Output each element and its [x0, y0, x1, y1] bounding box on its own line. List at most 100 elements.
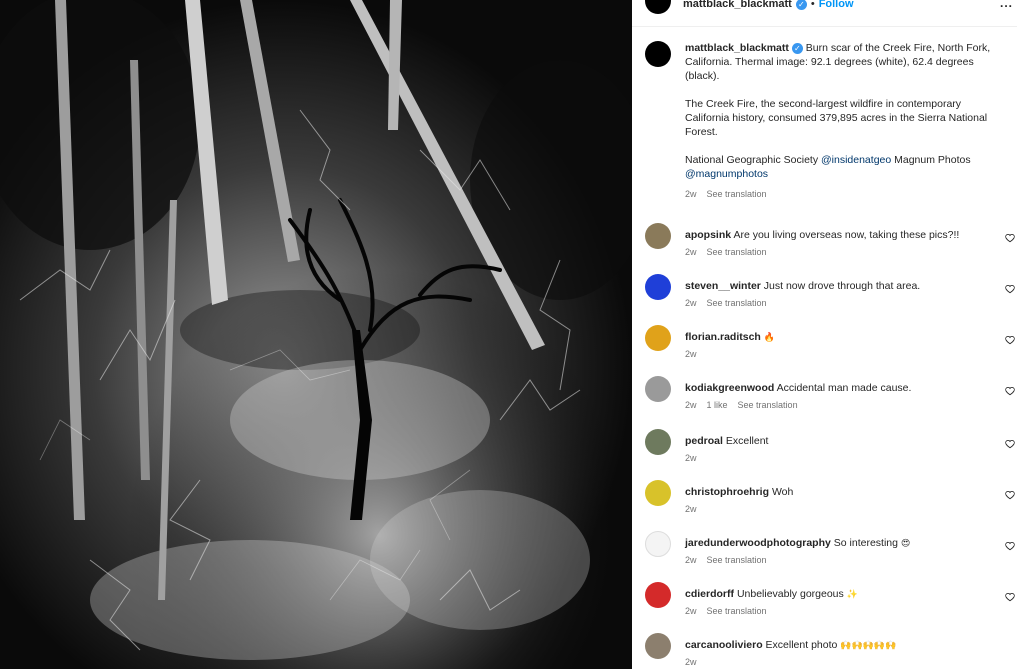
comment-text: jaredunderwoodphotography So interesting…	[685, 537, 985, 551]
comment-avatar[interactable]	[645, 274, 671, 300]
header-user-line: mattblack_blackmatt ✓ • Follow	[683, 0, 854, 10]
comment-username[interactable]: florian.raditsch	[685, 331, 761, 343]
comment-see-translation[interactable]: See translation	[707, 298, 767, 308]
comment-see-translation[interactable]: See translation	[707, 555, 767, 565]
comment-text: florian.raditsch 🔥	[685, 331, 985, 345]
comment-age[interactable]: 2w	[685, 298, 697, 308]
comment-meta: 2w	[685, 504, 697, 514]
comment-avatar[interactable]	[645, 582, 671, 608]
more-options-icon[interactable]: ...	[1000, 0, 1013, 10]
comment-username[interactable]: kodiakgreenwood	[685, 382, 774, 394]
caption-paragraph-3: National Geographic Society @insidenatge…	[685, 153, 1003, 181]
verified-badge-icon: ✓	[795, 0, 807, 10]
comment-item: pedroal Excellent 2w	[632, 429, 1017, 477]
like-heart-icon[interactable]	[1005, 386, 1015, 396]
caption-line-3-mid: Magnum Photos	[891, 154, 971, 166]
like-heart-icon[interactable]	[1005, 592, 1015, 602]
caption-line-2: The Creek Fire, the second-largest wildf…	[685, 98, 988, 138]
comment-see-translation[interactable]: See translation	[738, 400, 798, 410]
separator-dot: •	[810, 0, 815, 10]
follow-button[interactable]: Follow	[819, 0, 854, 10]
comment-item: kodiakgreenwood Accidental man made caus…	[632, 376, 1017, 424]
comment-text: kodiakgreenwood Accidental man made caus…	[685, 382, 985, 395]
comment-avatar[interactable]	[645, 633, 671, 659]
comment-avatar[interactable]	[645, 223, 671, 249]
post-header: mattblack_blackmatt ✓ • Follow ...	[632, 0, 1017, 27]
comment-see-translation[interactable]: See translation	[707, 606, 767, 616]
comment-username[interactable]: steven__winter	[685, 280, 761, 292]
comment-item: jaredunderwoodphotography So interesting…	[632, 531, 1017, 579]
comment-body: Are you living overseas now, taking thes…	[733, 229, 960, 241]
like-heart-icon[interactable]	[1005, 335, 1015, 345]
comment-age[interactable]: 2w	[685, 400, 697, 410]
comment-avatar[interactable]	[645, 480, 671, 506]
comment-age[interactable]: 2w	[685, 247, 697, 257]
mention-magnumphotos[interactable]: @magnumphotos	[685, 168, 768, 180]
comment-body: Excellent	[725, 435, 769, 447]
comment-body: Accidental man made cause.	[776, 382, 912, 394]
like-heart-icon[interactable]	[1005, 233, 1015, 243]
comment-body: Unbelievably gorgeous	[736, 588, 844, 600]
caption-meta: 2w See translation	[685, 187, 1003, 201]
mention-insidenatgeo[interactable]: @insidenatgeo	[821, 154, 891, 166]
comment-avatar[interactable]	[645, 376, 671, 402]
like-heart-icon[interactable]	[1005, 490, 1015, 500]
comment-age[interactable]: 2w	[685, 349, 697, 359]
comment-likes[interactable]: 1 like	[707, 400, 728, 410]
comment-text: pedroal Excellent	[685, 435, 985, 448]
comment-meta: 2w	[685, 453, 697, 463]
comment-age[interactable]: 2w	[685, 504, 697, 514]
caption-avatar[interactable]	[645, 41, 671, 67]
comment-text: steven__winter Just now drove through th…	[685, 280, 985, 293]
comment-age[interactable]: 2w	[685, 453, 697, 463]
comment-age[interactable]: 2w	[685, 657, 697, 667]
comment-body: Excellent photo	[765, 639, 838, 651]
comment-avatar[interactable]	[645, 325, 671, 351]
comment-body: So interesting	[833, 537, 898, 549]
comment-username[interactable]: carcanooliviero	[685, 639, 763, 651]
comment-username[interactable]: jaredunderwoodphotography	[685, 537, 831, 549]
comment-username[interactable]: apopsink	[685, 229, 731, 241]
like-heart-icon[interactable]	[1005, 284, 1015, 294]
comment-body: Just now drove through that area.	[763, 280, 921, 292]
caption-age[interactable]: 2w	[685, 187, 697, 201]
comment-avatar[interactable]	[645, 429, 671, 455]
comment-text: cdierdorff Unbelievably gorgeous ✨	[685, 588, 985, 602]
comment-username[interactable]: christophroehrig	[685, 486, 769, 498]
caption-line-3-prefix: National Geographic Society	[685, 154, 821, 166]
comment-item: apopsink Are you living overseas now, ta…	[632, 223, 1017, 271]
caption-username[interactable]: mattblack_blackmatt	[685, 42, 789, 54]
caption-text: mattblack_blackmatt ✓ Burn scar of the C…	[685, 41, 1003, 201]
comment-username[interactable]: cdierdorff	[685, 588, 734, 600]
fire-emoji-icon: 🔥	[763, 333, 775, 343]
comment-item: christophroehrig Woh 2w	[632, 480, 1017, 528]
comment-username[interactable]: pedroal	[685, 435, 723, 447]
comment-text: carcanooliviero Excellent photo 🙌🙌🙌🙌🙌	[685, 639, 985, 653]
heart-eyes-emoji-icon: 😍	[900, 539, 911, 549]
thermal-forest-image	[0, 0, 632, 669]
caption-see-translation[interactable]: See translation	[707, 187, 767, 201]
comment-item: cdierdorff Unbelievably gorgeous ✨ 2w See…	[632, 582, 1017, 630]
comment-age[interactable]: 2w	[685, 555, 697, 565]
caption-verified-badge-icon: ✓	[791, 43, 803, 54]
comment-meta: 2w See translation	[685, 606, 767, 616]
author-username[interactable]: mattblack_blackmatt	[683, 0, 792, 10]
caption-paragraph-1: mattblack_blackmatt ✓ Burn scar of the C…	[685, 41, 1003, 83]
post-photo[interactable]	[0, 0, 632, 669]
like-heart-icon[interactable]	[1005, 541, 1015, 551]
comment-text: christophroehrig Woh	[685, 486, 985, 499]
comment-body: Woh	[771, 486, 794, 498]
comment-item: florian.raditsch 🔥 2w	[632, 325, 1017, 373]
comment-meta: 2w See translation	[685, 298, 767, 308]
like-heart-icon[interactable]	[1005, 439, 1015, 449]
comment-text: apopsink Are you living overseas now, ta…	[685, 229, 985, 242]
comment-meta: 2w 1 like See translation	[685, 400, 798, 410]
raising-hands-emoji-icon: 🙌🙌🙌🙌🙌	[840, 641, 897, 651]
author-avatar[interactable]	[645, 0, 671, 14]
comment-see-translation[interactable]: See translation	[707, 247, 767, 257]
comment-age[interactable]: 2w	[685, 606, 697, 616]
post-side-panel: mattblack_blackmatt ✓ • Follow ... mattb…	[632, 0, 1017, 669]
comment-meta: 2w	[685, 657, 697, 667]
comment-avatar[interactable]	[645, 531, 671, 557]
comment-meta: 2w See translation	[685, 247, 767, 257]
